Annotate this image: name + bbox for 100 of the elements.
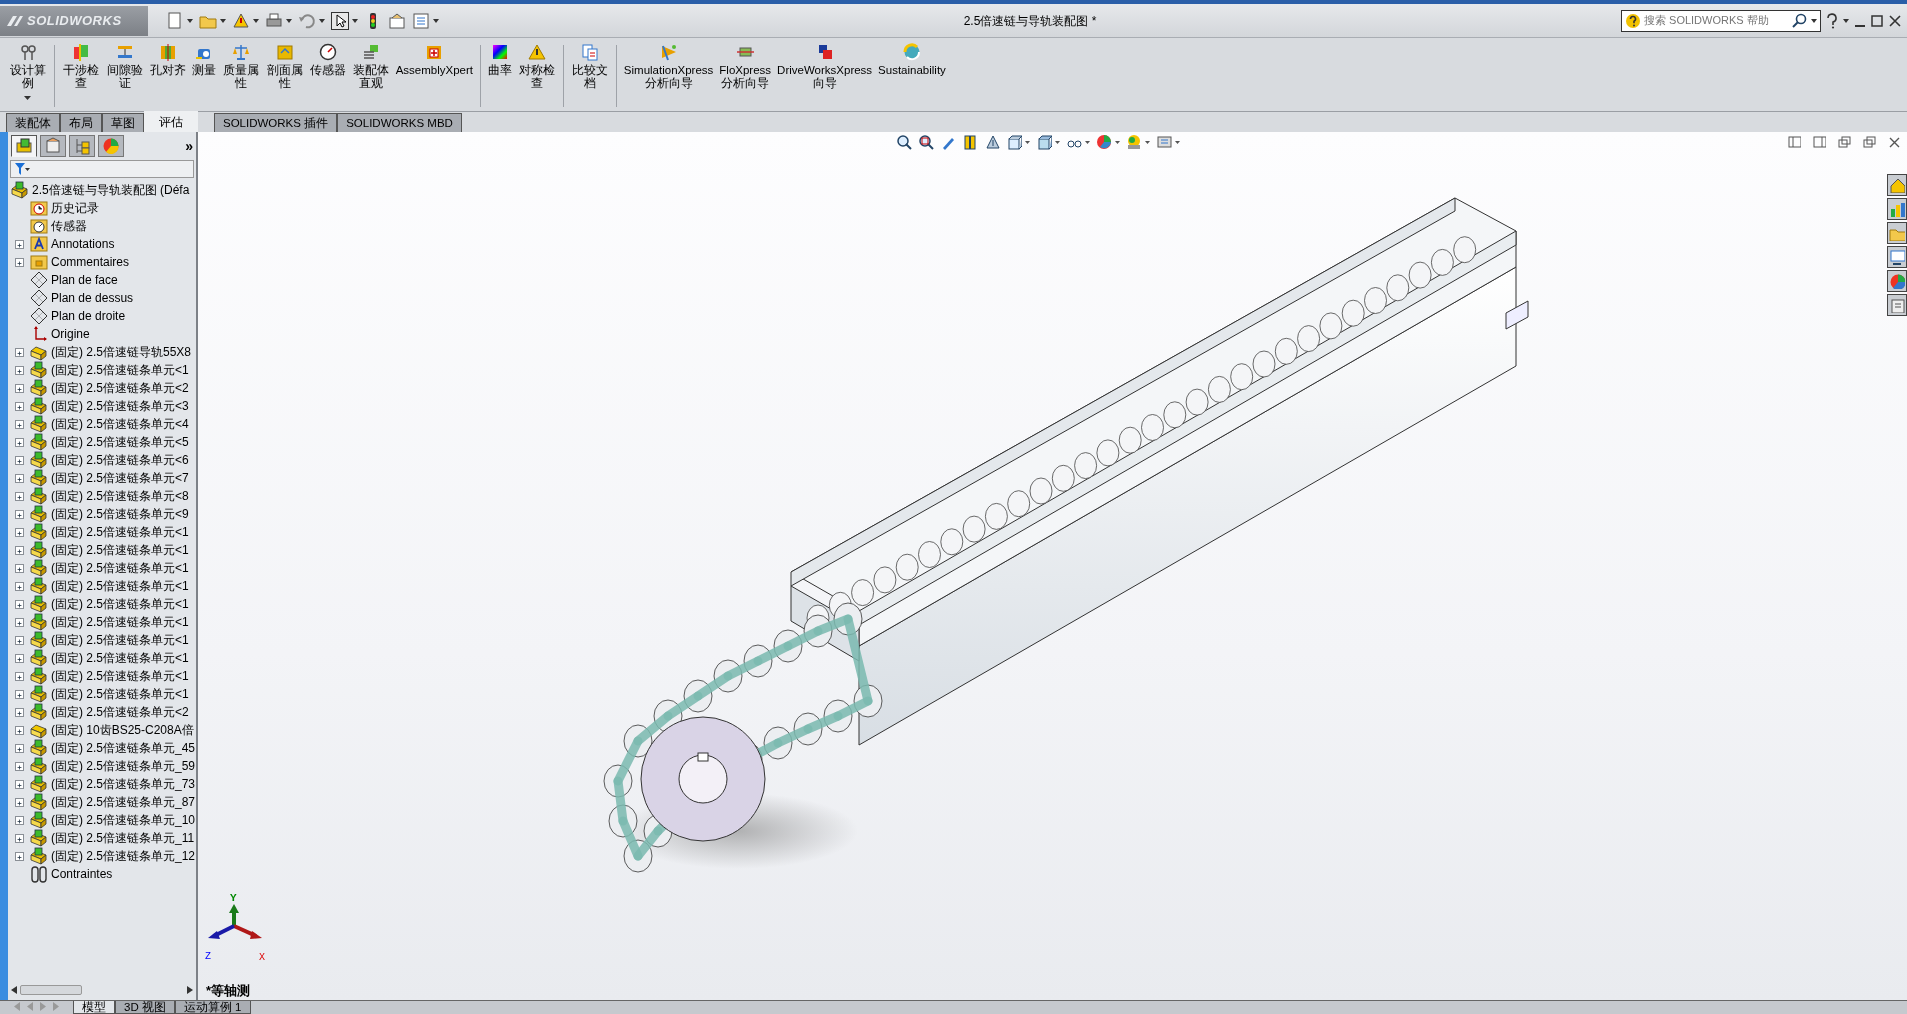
restore-icon[interactable] [1838, 136, 1851, 148]
tree-item[interactable]: Contraintes [51, 865, 113, 883]
expand-toggle[interactable] [14, 455, 24, 465]
tree-item[interactable]: (固定) 2.5倍速链条单元<2 [51, 379, 189, 397]
tree-item[interactable]: Origine [51, 325, 90, 343]
zoom-fit-icon[interactable] [896, 134, 912, 150]
tree-item[interactable]: (固定) 2.5倍速链条单元_12 [51, 847, 196, 865]
expand-toggle[interactable] [14, 473, 24, 483]
zoom-area-icon[interactable] [918, 134, 934, 150]
tree-item[interactable]: (固定) 2.5倍速链条单元<3 [51, 397, 189, 415]
expand-toggle[interactable] [14, 383, 24, 393]
help-icon[interactable] [1827, 12, 1837, 29]
tree-item[interactable]: (固定) 2.5倍速链条单元<1 [51, 613, 189, 631]
expand-toggle[interactable] [14, 491, 24, 501]
expand-toggle[interactable] [14, 815, 24, 825]
tree-item[interactable]: (固定) 2.5倍速链条单元<1 [51, 685, 189, 703]
command-tab[interactable]: 布局 [60, 113, 102, 132]
bottom-tab[interactable]: 模型 [73, 1001, 115, 1014]
task-pane-tab[interactable] [1887, 270, 1907, 292]
tree-item[interactable]: (固定) 2.5倍速链条单元<8 [51, 487, 189, 505]
view-tool-button[interactable] [1096, 134, 1120, 150]
pointer-button[interactable] [331, 11, 358, 30]
command-tab[interactable]: SOLIDWORKS MBD [337, 113, 462, 132]
view-tool-button[interactable] [1036, 134, 1060, 150]
tree-item[interactable]: (固定) 2.5倍速链条单元<7 [51, 469, 189, 487]
tree-item[interactable]: (固定) 2.5倍速链条单元_45 [51, 739, 196, 757]
maximize-icon[interactable] [1871, 14, 1883, 27]
expand-panel-button[interactable]: » [185, 135, 193, 157]
expand-toggle[interactable] [14, 689, 24, 699]
scroll-right-icon[interactable] [187, 986, 193, 994]
view-tool-button[interactable] [1006, 134, 1030, 150]
ribbon-tool-button[interactable]: Sustainability [875, 41, 949, 79]
expand-toggle[interactable] [14, 653, 24, 663]
ribbon-tool-button[interactable]: 设计算例 [6, 41, 50, 102]
task-pane-tab[interactable] [1887, 198, 1907, 220]
split-view-icon[interactable] [1813, 136, 1826, 148]
expand-toggle[interactable] [14, 563, 24, 573]
list-button[interactable] [412, 11, 439, 30]
expand-toggle[interactable] [14, 545, 24, 555]
task-pane-tab[interactable] [1887, 294, 1907, 316]
tree-item[interactable]: (固定) 10齿BS25-C208A倍 [51, 721, 194, 739]
tree-item[interactable]: Commentaires [51, 253, 130, 271]
expand-toggle[interactable] [14, 509, 24, 519]
minimize-icon[interactable] [1855, 24, 1865, 27]
expand-toggle[interactable] [14, 797, 24, 807]
scroll-left-icon[interactable] [11, 986, 17, 994]
tree-item[interactable]: (固定) 2.5倍速链条单元<1 [51, 523, 189, 541]
expand-toggle[interactable] [14, 581, 24, 591]
tree-item[interactable]: (固定) 2.5倍速链条单元<4 [51, 415, 189, 433]
expand-toggle[interactable] [14, 743, 24, 753]
bottom-tab[interactable]: 3D 视图 [115, 1001, 175, 1014]
command-tab[interactable]: SOLIDWORKS 插件 [214, 113, 338, 132]
tree-item[interactable]: (固定) 2.5倍速链条单元_10 [51, 811, 196, 829]
close-icon[interactable] [1889, 14, 1901, 27]
tree-item[interactable]: (固定) 2.5倍速链条单元<9 [51, 505, 189, 523]
expand-toggle[interactable] [14, 257, 24, 267]
expand-toggle[interactable] [14, 671, 24, 681]
ribbon-tool-button[interactable]: SimulationXpress 分析向导 [620, 41, 717, 92]
command-tab[interactable]: 草图 [102, 113, 144, 132]
undo-button[interactable] [298, 11, 325, 30]
expand-toggle[interactable] [14, 347, 24, 357]
tree-item[interactable]: (固定) 2.5倍速链条单元<1 [51, 361, 189, 379]
tree-item[interactable]: (固定) 2.5倍速链条单元<1 [51, 631, 189, 649]
ribbon-tool-button[interactable]: 测量 [188, 41, 219, 79]
task-pane-tab[interactable] [1887, 174, 1907, 196]
tree-item[interactable]: (固定) 2.5倍速链条单元<6 [51, 451, 189, 469]
tree-item[interactable]: (固定) 2.5倍速链条单元<1 [51, 541, 189, 559]
new-document-button[interactable] [166, 11, 193, 30]
ribbon-tool-button[interactable]: FloXpress 分析向导 [716, 41, 775, 92]
ribbon-tool-button[interactable]: 对称检查 [514, 41, 559, 92]
split-view-icon[interactable] [1788, 136, 1801, 148]
expand-toggle[interactable] [14, 833, 24, 843]
tree-item[interactable]: (固定) 2.5倍速链条单元_73 [51, 775, 196, 793]
expand-toggle[interactable] [14, 779, 24, 789]
expand-toggle[interactable] [14, 239, 24, 249]
expand-toggle[interactable] [14, 401, 24, 411]
task-pane-tab[interactable] [1887, 246, 1907, 268]
restore-icon[interactable] [1863, 136, 1876, 148]
ribbon-tool-button[interactable]: 间隙验证 [102, 41, 147, 92]
ribbon-tool-button[interactable]: 孔对齐 [146, 41, 189, 79]
ribbon-tool-button[interactable]: 传感器 [306, 41, 349, 79]
expand-toggle[interactable] [14, 707, 24, 717]
tree-item[interactable]: 2.5倍速链与导轨装配图 (Défa [32, 181, 190, 199]
tree-item[interactable]: 传感器 [51, 217, 87, 235]
close-icon[interactable] [1888, 136, 1901, 148]
expand-toggle[interactable] [14, 635, 24, 645]
expand-toggle[interactable] [14, 365, 24, 375]
tree-item[interactable]: (固定) 2.5倍速链条单元_87 [51, 793, 196, 811]
tree-item[interactable]: (固定) 2.5倍速链条单元<5 [51, 433, 189, 451]
tree-item[interactable]: (固定) 2.5倍速链条单元_11 [51, 829, 195, 847]
panel-tab[interactable] [69, 135, 95, 157]
ribbon-tool-button[interactable]: 质量属性 [218, 41, 263, 92]
printer-button[interactable] [265, 11, 292, 30]
search-field[interactable]: 搜索 SOLIDWORKS 帮助 [1621, 9, 1821, 32]
panel-tab[interactable] [40, 135, 66, 157]
tree-item[interactable]: (固定) 2.5倍速链条单元<1 [51, 595, 189, 613]
task-pane-tab[interactable] [1887, 222, 1907, 244]
tree-item[interactable]: Plan de face [51, 271, 118, 289]
tree-item[interactable]: (固定) 2.5倍速链条单元<2 [51, 703, 189, 721]
expand-toggle[interactable] [14, 437, 24, 447]
